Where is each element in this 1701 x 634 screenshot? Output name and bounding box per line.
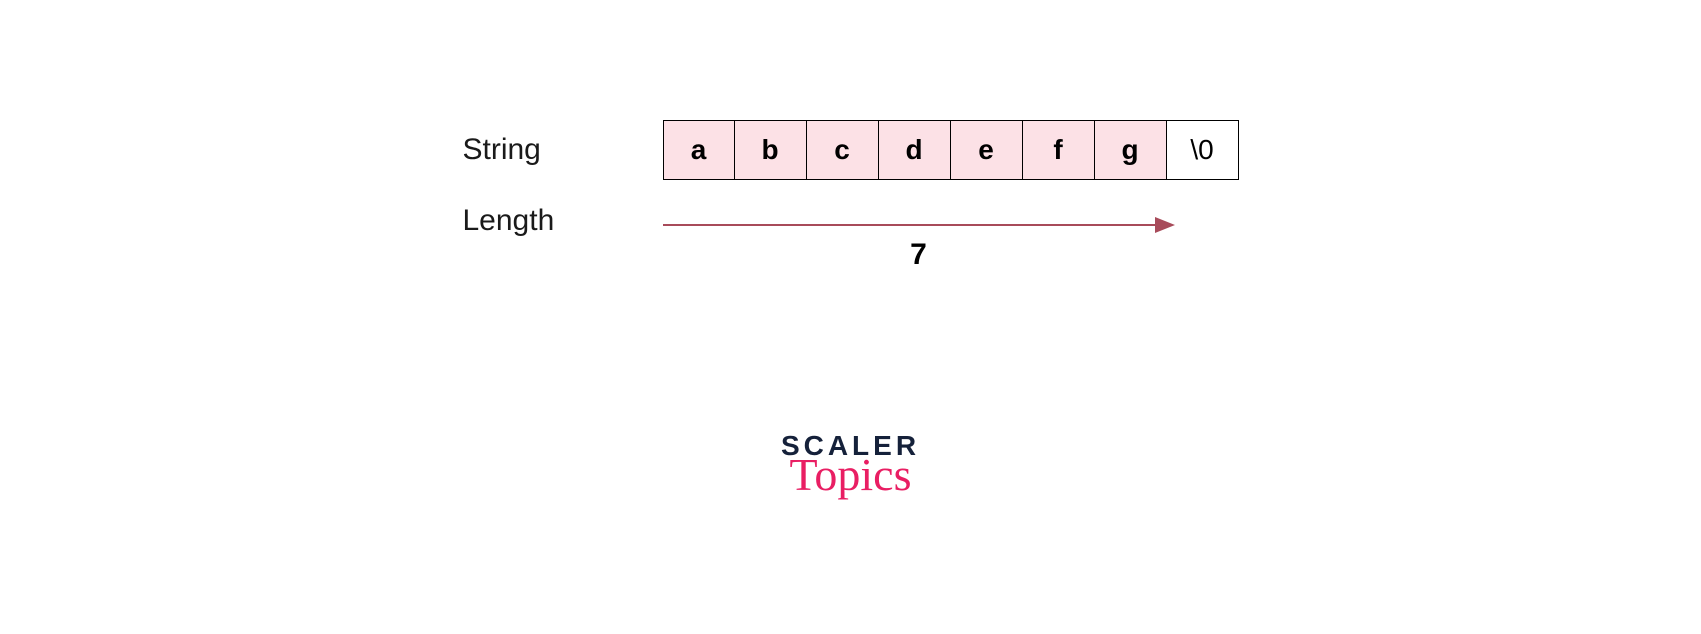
null-terminator-cell: \0: [1167, 120, 1239, 180]
array-cell: b: [735, 120, 807, 180]
logo-bottom-text: Topics: [781, 452, 920, 498]
length-row: Length 7: [463, 204, 1239, 274]
array-cell: a: [663, 120, 735, 180]
array-cell: g: [1095, 120, 1167, 180]
array-cell: c: [807, 120, 879, 180]
scaler-topics-logo: SCALER Topics: [781, 430, 920, 498]
length-arrow-block: 7: [663, 204, 1175, 274]
array-cell: f: [1023, 120, 1095, 180]
length-value: 7: [663, 238, 1175, 272]
array-cell: e: [951, 120, 1023, 180]
string-label: String: [463, 133, 663, 167]
arrow-icon: [663, 214, 1175, 236]
string-array: a b c d e f g \0: [663, 120, 1239, 180]
string-row: String a b c d e f g \0: [463, 120, 1239, 180]
length-label: Length: [463, 204, 663, 238]
array-cell: d: [879, 120, 951, 180]
diagram-container: String a b c d e f g \0 Length 7: [463, 120, 1239, 274]
